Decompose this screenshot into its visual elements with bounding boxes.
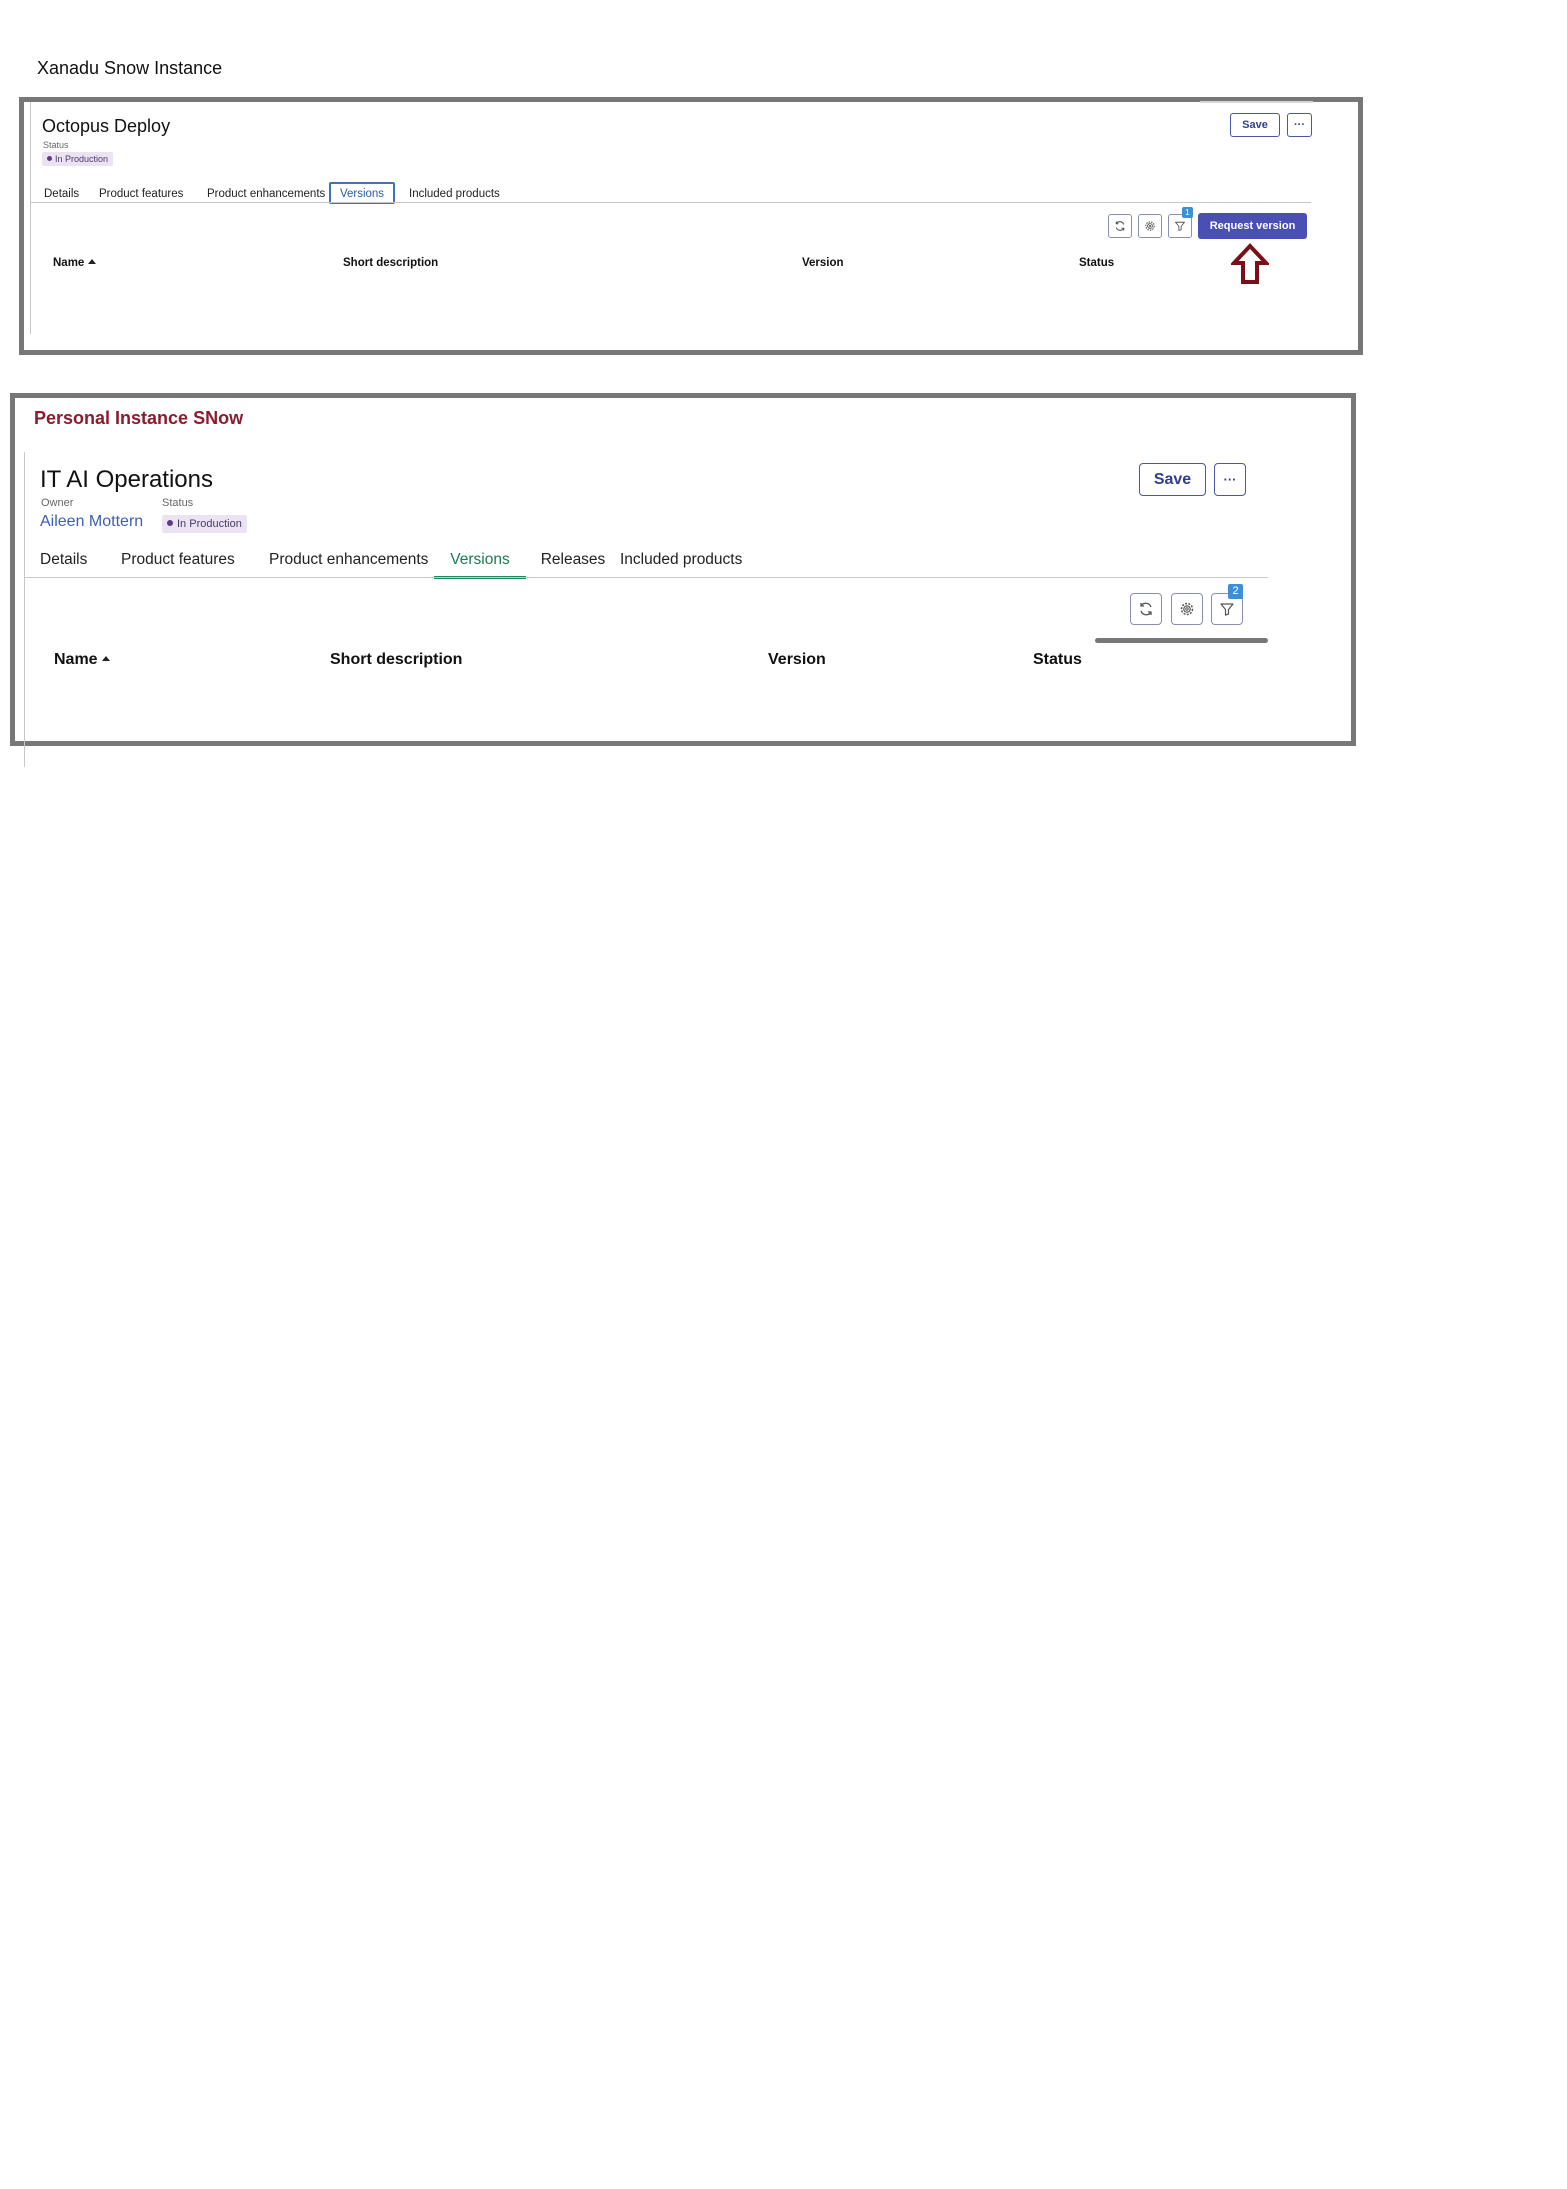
- sort-ascending-icon: [101, 656, 110, 662]
- tab-included-products[interactable]: Included products: [407, 182, 517, 204]
- column-header-version[interactable]: Version: [802, 257, 844, 269]
- refresh-icon: [1115, 221, 1125, 231]
- tab-product-features[interactable]: Product features: [97, 182, 205, 204]
- tab-versions[interactable]: Versions: [329, 182, 395, 204]
- status-badge-text: In Production: [55, 154, 109, 164]
- column-header-name[interactable]: Name: [53, 257, 97, 269]
- owner-label: Owner: [41, 497, 74, 509]
- refresh-icon: [1140, 602, 1152, 616]
- owner-link[interactable]: Aileen Mottern: [40, 513, 143, 531]
- settings-button[interactable]: [1138, 214, 1162, 238]
- status-dot-icon: [167, 520, 173, 527]
- tab-divider: [31, 202, 1311, 203]
- save-button[interactable]: Save: [1139, 463, 1206, 496]
- column-header-short-description[interactable]: Short description: [330, 651, 462, 669]
- request-version-button[interactable]: Request version: [1198, 213, 1307, 239]
- status-dot-icon: [47, 156, 52, 162]
- divider: [1200, 101, 1313, 103]
- more-actions-button[interactable]: ···: [1287, 113, 1312, 137]
- settings-button[interactable]: [1171, 593, 1203, 625]
- gear-icon: [1145, 221, 1155, 231]
- record-title: Octopus Deploy: [42, 116, 171, 136]
- divider: [30, 102, 31, 334]
- column-header-short-description[interactable]: Short description: [343, 257, 438, 269]
- tab-releases[interactable]: Releases: [526, 549, 620, 579]
- filter-count-badge: 1: [1182, 207, 1193, 218]
- column-header-status[interactable]: Status: [1033, 651, 1082, 669]
- filter-count-badge: 2: [1228, 584, 1243, 599]
- tab-product-enhancements[interactable]: Product enhancements: [269, 549, 434, 579]
- record-title: IT AI Operations: [40, 466, 213, 493]
- status-badge: In Production: [162, 515, 247, 533]
- instance-heading-personal: Personal Instance SNow: [34, 408, 244, 428]
- status-badge-text: In Production: [177, 518, 242, 530]
- column-header-label: Name: [54, 651, 98, 668]
- filter-icon: [1175, 221, 1185, 231]
- status-badge: In Production: [42, 152, 114, 166]
- refresh-button[interactable]: [1130, 593, 1162, 625]
- tab-included-products[interactable]: Included products: [620, 549, 760, 579]
- column-header-label: Name: [53, 257, 85, 269]
- status-label: Status: [43, 140, 69, 150]
- column-header-name[interactable]: Name: [54, 651, 110, 669]
- horizontal-scrollbar[interactable]: [1095, 638, 1268, 643]
- tab-product-features[interactable]: Product features: [121, 549, 269, 579]
- tab-divider: [25, 577, 1268, 578]
- tab-details[interactable]: Details: [42, 182, 97, 204]
- save-button[interactable]: Save: [1230, 113, 1280, 137]
- tab-versions[interactable]: Versions: [434, 549, 526, 579]
- column-header-version[interactable]: Version: [768, 651, 826, 669]
- tab-product-enhancements[interactable]: Product enhancements: [205, 182, 329, 204]
- tab-bar: Details Product features Product enhance…: [40, 549, 760, 579]
- refresh-button[interactable]: [1108, 214, 1132, 238]
- tab-details[interactable]: Details: [40, 549, 121, 579]
- more-actions-button[interactable]: ···: [1214, 463, 1246, 496]
- sort-ascending-icon: [88, 259, 97, 265]
- divider: [24, 452, 25, 767]
- tab-bar: Details Product features Product enhance…: [42, 182, 517, 204]
- column-header-status[interactable]: Status: [1079, 257, 1114, 269]
- status-label: Status: [162, 497, 194, 509]
- arrow-up-icon: [1231, 243, 1269, 284]
- filter-icon: [1220, 603, 1234, 616]
- gear-icon: [1180, 602, 1194, 616]
- instance-heading-xanadu: Xanadu Snow Instance: [37, 58, 223, 78]
